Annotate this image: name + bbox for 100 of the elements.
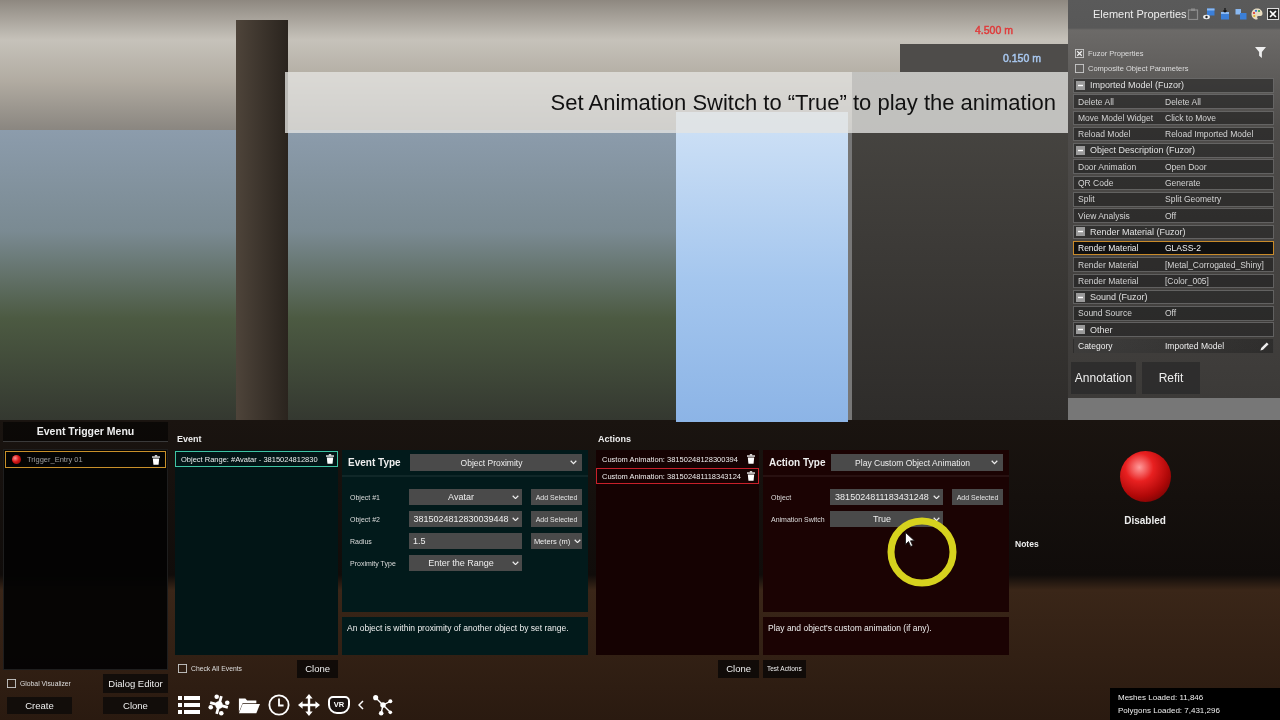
property-row[interactable]: Render Material [Color_005] (1073, 273, 1274, 289)
trash-icon[interactable] (747, 471, 755, 481)
cubes-icon[interactable] (1234, 8, 1247, 20)
collapse-icon[interactable] (1076, 292, 1085, 302)
property-name: Category (1078, 341, 1113, 351)
panel-title: Element Properties (1093, 8, 1187, 20)
description-text: An object is within proximity of another object by set range. (342, 617, 588, 655)
property-row[interactable]: Sound Source Off (1073, 306, 1274, 321)
section-title: Actions (597, 434, 631, 444)
palette-icon[interactable] (1250, 8, 1263, 20)
property-row[interactable]: Move Model Widget Click to Move (1073, 110, 1274, 126)
property-name: Move Model Widget (1078, 112, 1154, 123)
property-row[interactable]: Render Material [Metal_Corrogated_Shiny] (1073, 257, 1274, 272)
caption-banner: Set Animation Switch to “True” to play the animation (285, 72, 1068, 133)
checkbox[interactable] (1075, 64, 1084, 73)
pencil-icon[interactable] (1260, 341, 1269, 351)
property-value: Open Door (1165, 161, 1207, 172)
property-name: QR Code (1078, 178, 1114, 189)
property-row[interactable]: Reload Model Reload Imported Model (1073, 126, 1274, 142)
dialog-editor-button[interactable]: Dialog Editor (103, 674, 168, 693)
create-button[interactable]: Create (7, 697, 72, 714)
property-name: Render Material (1078, 243, 1139, 254)
clone-button[interactable]: Clone (103, 697, 168, 714)
trash-icon[interactable] (326, 454, 334, 464)
collapse-icon[interactable] (1076, 80, 1085, 90)
checkbox[interactable] (7, 679, 16, 688)
property-row[interactable]: Category Imported Model (1073, 338, 1274, 354)
property-value: Off (1165, 210, 1177, 221)
dropdown[interactable]: Avatar (409, 489, 522, 505)
input-field[interactable]: 1.5 (409, 533, 522, 549)
property-name: Render Material (1078, 259, 1139, 270)
type-dropdown[interactable]: Object Proximity (410, 454, 582, 471)
notes-label: Notes (1015, 539, 1039, 549)
property-value: [Metal_Corrogated_Shiny] (1165, 259, 1264, 270)
property-name: Door Animation (1078, 161, 1137, 172)
property-value: [Color_005] (1165, 275, 1209, 286)
dropdown[interactable]: 3815024811183431248 (830, 489, 943, 505)
property-value: Generate (1165, 178, 1201, 189)
checkbox[interactable] (1075, 49, 1084, 58)
chevron-down-icon (991, 460, 998, 465)
property-row[interactable]: Render Material GLASS-2 (1073, 240, 1274, 256)
collapse-icon[interactable] (1076, 145, 1085, 155)
property-value: Imported Model (1165, 341, 1225, 351)
trash-icon[interactable] (152, 454, 160, 465)
chevron-down-icon (512, 516, 519, 522)
annotation-button[interactable]: Annotation (1071, 361, 1136, 394)
chevron-down-icon (570, 460, 577, 465)
refit-button[interactable]: Refit (1142, 361, 1200, 394)
section-title: Event (176, 434, 202, 444)
cross-joints-icon[interactable] (208, 694, 230, 716)
type-dropdown[interactable]: Play Custom Object Animation (831, 454, 1003, 471)
list-icon[interactable] (178, 694, 200, 716)
dimension-label: 4.500 m (975, 24, 1013, 36)
group-header[interactable]: Object Description (Fuzor) (1073, 143, 1274, 158)
dropdown[interactable]: 3815024812830039448 (409, 511, 522, 527)
property-name: View Analysis (1078, 210, 1130, 221)
close-icon[interactable] (1266, 8, 1279, 20)
clock-icon[interactable] (268, 694, 290, 716)
group-header[interactable]: Sound (Fuzor) (1073, 289, 1274, 305)
property-value: Off (1165, 308, 1177, 319)
status-label: Disabled (1124, 515, 1166, 526)
cursor-icon (905, 532, 915, 547)
property-value: Click to Move (1165, 112, 1216, 123)
group-header[interactable]: Imported Model (Fuzor) (1073, 78, 1274, 93)
description-text: Play and object's custom animation (if any). (763, 617, 1009, 655)
group-header[interactable]: Other (1073, 322, 1274, 337)
property-name: Render Material (1078, 275, 1139, 286)
chevron-left-icon[interactable] (358, 700, 364, 710)
chevron-down-icon (933, 516, 940, 522)
panel-title: Event Trigger Menu (3, 422, 168, 442)
trash-icon[interactable] (747, 454, 755, 464)
chevron-down-icon (933, 494, 940, 500)
property-row[interactable]: View Analysis Off (1073, 208, 1274, 223)
property-row[interactable]: Split Split Geometry (1073, 192, 1274, 207)
property-name: Split (1078, 194, 1095, 205)
stats-text: Polygons Loaded: 7,431,296 (1118, 705, 1220, 717)
stats-text: Meshes Loaded: 11,846 (1118, 692, 1204, 704)
cube-eye-icon[interactable] (1202, 8, 1215, 20)
property-row[interactable]: QR Code Generate (1073, 175, 1274, 191)
dimension-label: 0.150 m (1003, 52, 1041, 64)
chevron-down-icon (512, 560, 519, 566)
sphere-icon (12, 455, 21, 464)
property-row[interactable]: Door Animation Open Door (1073, 159, 1274, 174)
dropdown[interactable]: Enter the Range (409, 555, 522, 571)
property-row[interactable]: Delete All Delete All (1073, 94, 1274, 109)
network-icon[interactable] (372, 694, 394, 716)
move-icon[interactable] (298, 694, 320, 716)
property-value: GLASS-2 (1165, 243, 1201, 254)
chevron-down-icon (574, 538, 581, 544)
type-label: Event Type (348, 457, 402, 468)
clipboard-icon[interactable] (1186, 8, 1199, 20)
property-name: Delete All (1078, 96, 1114, 107)
property-value: Delete All (1165, 96, 1201, 107)
checkbox[interactable] (178, 664, 187, 673)
collapse-icon[interactable] (1076, 227, 1085, 237)
collapse-icon[interactable] (1076, 325, 1085, 335)
group-header[interactable]: Render Material (Fuzor) (1073, 224, 1274, 240)
filter-icon[interactable] (1255, 47, 1266, 58)
property-value: Reload Imported Model (1165, 129, 1254, 140)
cube-arrow-icon[interactable] (1218, 8, 1231, 20)
